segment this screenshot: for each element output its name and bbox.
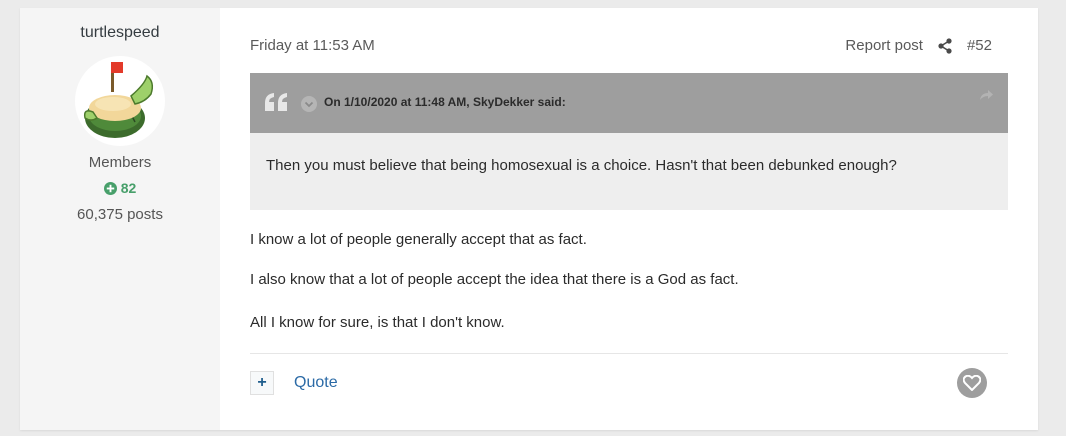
post-paragraph: I also know that a lot of people accept … xyxy=(250,271,739,288)
author-group: Members xyxy=(88,154,152,171)
reaction-button[interactable] xyxy=(957,368,987,398)
share-icon[interactable] xyxy=(937,37,953,54)
quote-button[interactable]: Quote xyxy=(294,374,338,392)
quote-text: Then you must believe that being homosex… xyxy=(266,157,897,174)
post-paragraph: All I know for sure, is that I don't kno… xyxy=(250,314,505,331)
forum-post: turtlespeed Members 82 60,375 posts Frid… xyxy=(20,8,1038,430)
reputation-count: 82 xyxy=(120,180,137,196)
author-panel: turtlespeed Members 82 60,375 posts xyxy=(20,8,220,430)
post-tools: Report post #52 xyxy=(845,37,992,54)
quote-header: On 1/10/2020 at 11:48 AM, SkyDekker said… xyxy=(250,73,1008,133)
multiquote-button[interactable]: + xyxy=(250,371,274,395)
heart-icon xyxy=(963,375,981,391)
plus-circle-icon xyxy=(103,182,117,195)
author-name[interactable]: turtlespeed xyxy=(20,24,220,42)
post-content: Friday at 11:53 AM Report post #52 On 1/… xyxy=(250,8,1008,430)
post-divider xyxy=(250,353,1008,354)
report-post-link[interactable]: Report post xyxy=(845,37,923,54)
post-number-link[interactable]: #52 xyxy=(967,37,992,54)
post-paragraph: I know a lot of people generally accept … xyxy=(250,231,587,248)
quote-toggle-icon[interactable] xyxy=(301,96,317,112)
avatar[interactable] xyxy=(75,56,165,146)
quote-marks-icon xyxy=(263,91,291,118)
post-date[interactable]: Friday at 11:53 AM xyxy=(250,37,375,54)
reputation-badge[interactable]: 82 xyxy=(20,180,220,196)
turtle-avatar-icon xyxy=(83,62,154,138)
quote-block: On 1/10/2020 at 11:48 AM, SkyDekker said… xyxy=(250,73,1008,210)
author-post-count: 60,375 posts xyxy=(77,206,163,223)
quote-citation[interactable]: On 1/10/2020 at 11:48 AM, SkyDekker said… xyxy=(324,95,566,109)
jump-to-quote-icon[interactable] xyxy=(978,88,994,107)
